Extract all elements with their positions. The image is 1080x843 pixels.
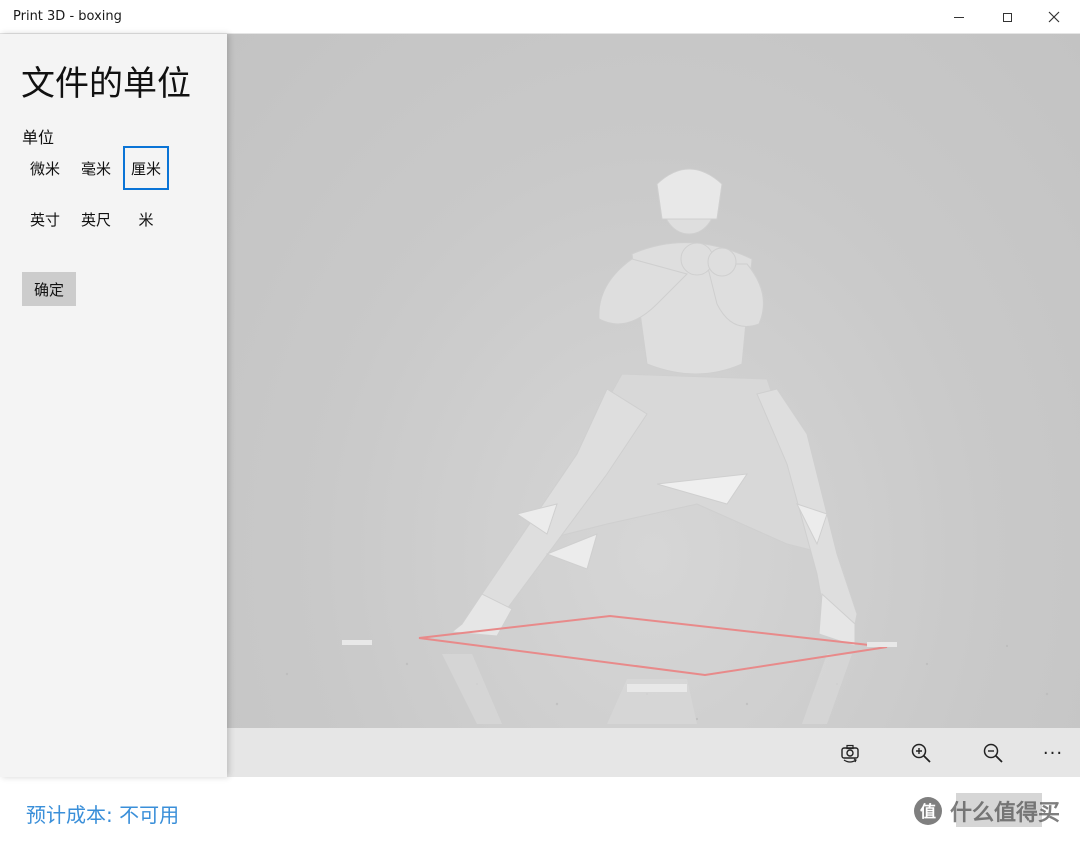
watermark: 值 什么值得买	[912, 793, 1072, 829]
rotate-camera-button[interactable]	[833, 736, 867, 770]
zoom-out-icon	[983, 743, 1003, 763]
confirm-button[interactable]: 确定	[22, 272, 76, 306]
close-button[interactable]	[1031, 0, 1077, 34]
window-title: Print 3D - boxing	[13, 9, 122, 24]
more-button[interactable]: ···	[1036, 736, 1070, 770]
maximize-button[interactable]	[984, 0, 1030, 34]
plate-markings	[342, 640, 897, 692]
zoom-in-icon	[911, 743, 931, 763]
minimize-button[interactable]	[936, 0, 982, 34]
unit-option-foot[interactable]: 英尺	[73, 197, 119, 241]
unit-option-inch[interactable]: 英寸	[22, 197, 68, 241]
title-bar: Print 3D - boxing	[0, 0, 1080, 34]
estimated-cost-text: 预计成本: 不可用	[26, 803, 180, 827]
viewport-toolbar: ···	[227, 728, 1080, 777]
close-icon	[1048, 11, 1060, 23]
zoom-out-button[interactable]	[976, 736, 1010, 770]
file-units-panel: 文件的单位 单位 微米 毫米 厘米 英寸 英尺 米 确定	[0, 34, 227, 777]
model-scene	[285, 168, 1049, 724]
panel-title: 文件的单位	[21, 64, 191, 104]
bottom-bar: 预计成本: 不可用 值 什么值得买	[0, 777, 1080, 843]
maximize-icon	[1002, 12, 1012, 22]
watermark-logo-icon: 值	[914, 797, 942, 825]
unit-option-centimeter[interactable]: 厘米	[123, 146, 169, 190]
unit-option-meter[interactable]: 米	[123, 197, 169, 241]
more-icon: ···	[1042, 742, 1064, 764]
unit-option-micrometer[interactable]: 微米	[22, 146, 68, 190]
watermark-text: 什么值得买	[950, 801, 1061, 826]
zoom-in-button[interactable]	[904, 736, 938, 770]
minimize-icon	[954, 16, 964, 18]
3d-viewport[interactable]	[227, 34, 1080, 728]
unit-option-millimeter[interactable]: 毫米	[73, 146, 119, 190]
svg-text:值: 值	[920, 802, 936, 821]
boxing-figure-model	[450, 168, 858, 647]
rotate-camera-icon	[841, 744, 859, 763]
unit-section-label: 单位	[22, 128, 55, 147]
